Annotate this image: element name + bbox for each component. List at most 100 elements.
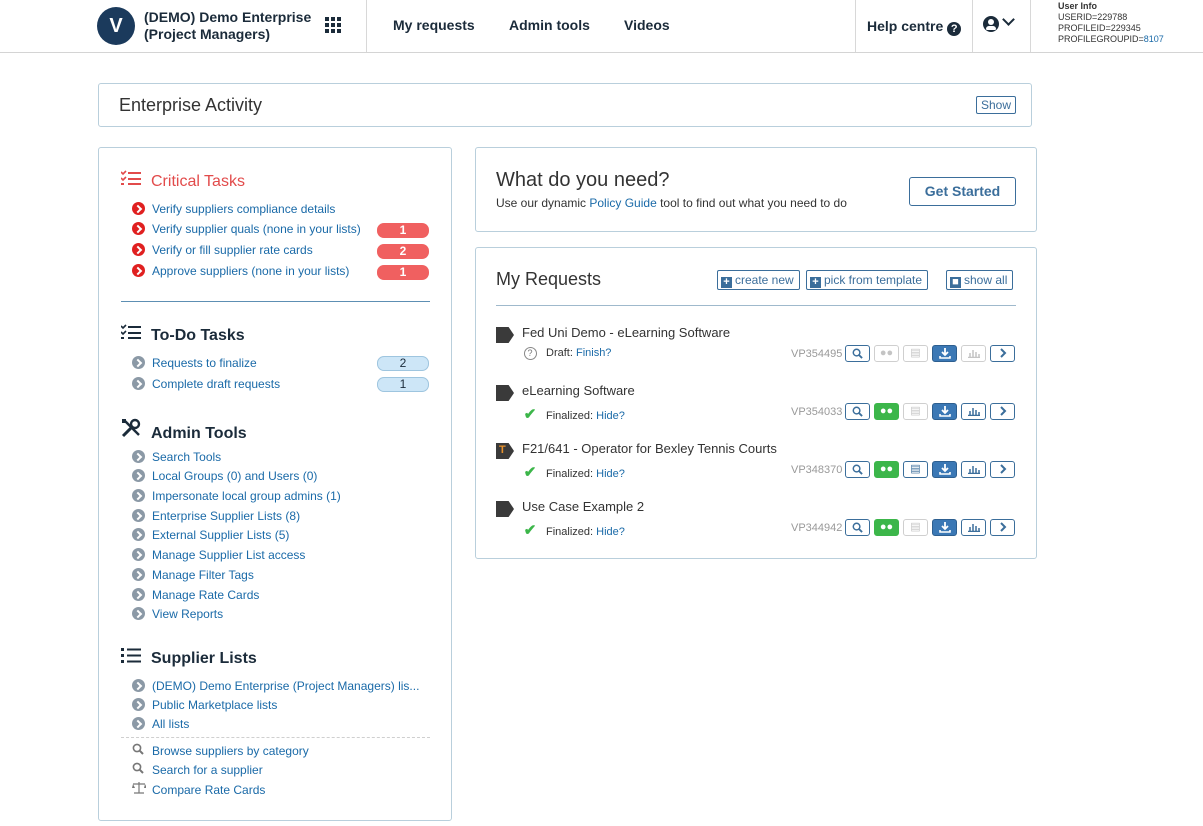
critical-task-item[interactable]: Approve suppliers (none in your lists) [132, 264, 349, 278]
profile-group-link[interactable]: 8107 [1144, 34, 1164, 44]
chevron-right-icon[interactable] [990, 461, 1015, 478]
request-name[interactable]: Fed Uni Demo - eLearning Software [522, 325, 730, 340]
critical-task-item[interactable]: Verify suppliers compliance details [132, 202, 335, 216]
get-started-button[interactable]: Get Started [909, 177, 1016, 206]
critical-tasks-label: Critical Tasks [151, 173, 245, 190]
cards-icon[interactable]: ▤ [903, 461, 928, 478]
supplier-list-item[interactable]: Public Marketplace lists [132, 698, 277, 712]
link-label: Compare Rate Cards [152, 783, 266, 797]
request-row[interactable]: Use Case Example 2 ✔ Finalized: Hide? VP3… [496, 499, 1016, 549]
chevron-right-icon [132, 377, 145, 390]
chevron-right-icon [132, 698, 145, 711]
users-icon[interactable]: ●● [874, 519, 899, 536]
task-label: Requests to finalize [152, 356, 257, 370]
browse-suppliers-link[interactable]: Browse suppliers by category [132, 743, 309, 758]
admin-tool-item[interactable]: Local Groups (0) and Users (0) [132, 469, 317, 483]
search-icon [132, 762, 145, 777]
supplier-list-item[interactable]: (DEMO) Demo Enterprise (Project Managers… [132, 679, 419, 693]
bar-chart-icon [961, 345, 986, 362]
search-icon[interactable] [845, 403, 870, 420]
critical-task-item[interactable]: Verify supplier quals (none in your list… [132, 222, 361, 236]
task-label: Verify supplier quals (none in your list… [152, 222, 361, 236]
policy-guide-link[interactable]: Policy Guide [589, 196, 656, 210]
users-icon[interactable]: ●● [874, 403, 899, 420]
compare-rate-cards-link[interactable]: Compare Rate Cards [132, 781, 265, 797]
search-icon[interactable] [845, 519, 870, 536]
critical-task-item[interactable]: Verify or fill supplier rate cards [132, 243, 313, 257]
nav-videos[interactable]: Videos [624, 17, 670, 33]
users-icon: ●● [874, 345, 899, 362]
request-name[interactable]: eLearning Software [522, 383, 635, 398]
search-icon[interactable] [845, 461, 870, 478]
header-divider [1030, 0, 1031, 52]
bar-chart-icon[interactable] [961, 403, 986, 420]
need-title: What do you need? [496, 169, 670, 191]
admin-tool-label: View Reports [152, 607, 224, 621]
archive-icon: ■ [950, 277, 961, 288]
task-label: Approve suppliers (none in your lists) [152, 264, 350, 278]
org-name-line1: (DEMO) Demo Enterprise [144, 9, 312, 25]
admin-tools-heading: Admin Tools [121, 418, 247, 443]
download-icon[interactable] [932, 519, 957, 536]
chevron-right-icon[interactable] [990, 345, 1015, 362]
hide-link[interactable]: Hide? [596, 526, 625, 538]
create-new-button[interactable]: + create new [717, 270, 800, 290]
company-logo[interactable]: V [97, 7, 135, 45]
checkmark-icon: ✔ [523, 406, 537, 423]
user-icon[interactable] [983, 16, 999, 32]
request-row[interactable]: eLearning Software ✔ Finalized: Hide? VP3… [496, 383, 1016, 433]
request-row[interactable]: Fed Uni Demo - eLearning Software ? Draft… [496, 325, 1016, 375]
org-name[interactable]: (DEMO) Demo Enterprise (Project Managers… [144, 9, 311, 43]
admin-tool-item[interactable]: View Reports [132, 607, 223, 621]
admin-tool-item[interactable]: Manage Supplier List access [132, 548, 305, 562]
chevron-right-icon [132, 568, 145, 581]
pick-template-button[interactable]: + pick from template [806, 270, 929, 290]
chevron-right-icon [132, 222, 145, 235]
download-icon[interactable] [932, 461, 957, 478]
tag-icon [496, 443, 514, 459]
todo-task-item[interactable]: Complete draft requests [132, 377, 280, 391]
admin-tool-item[interactable]: Search Tools [132, 450, 221, 464]
chevron-right-icon [132, 607, 145, 620]
nav-admin-tools[interactable]: Admin tools [509, 17, 590, 33]
plus-icon: + [810, 277, 821, 288]
users-icon[interactable]: ●● [874, 461, 899, 478]
chevron-right-icon[interactable] [990, 519, 1015, 536]
admin-tool-item[interactable]: Enterprise Supplier Lists (8) [132, 509, 300, 523]
chevron-down-icon[interactable] [1002, 13, 1015, 26]
search-icon[interactable] [845, 345, 870, 362]
chevron-right-icon[interactable] [990, 403, 1015, 420]
admin-tool-item[interactable]: External Supplier Lists (5) [132, 528, 289, 542]
request-name[interactable]: F21/641 - Operator for Bexley Tennis Cou… [522, 441, 777, 456]
admin-tool-label: Manage Supplier List access [152, 548, 306, 562]
admin-tool-item[interactable]: Manage Rate Cards [132, 588, 259, 602]
hide-link[interactable]: Hide? [596, 410, 625, 422]
nav-my-requests[interactable]: My requests [393, 17, 475, 33]
show-all-button[interactable]: ■ show all [946, 270, 1014, 290]
chevron-right-icon [132, 243, 145, 256]
supplier-list-label: Public Marketplace lists [152, 698, 278, 712]
supplier-list-label: (DEMO) Demo Enterprise (Project Managers… [152, 679, 420, 693]
app-grid-icon[interactable] [325, 17, 341, 33]
download-icon[interactable] [932, 345, 957, 362]
admin-tool-item[interactable]: Impersonate local group admins (1) [132, 489, 341, 503]
supplier-list-item[interactable]: All lists [132, 717, 189, 731]
checklist-icon [120, 324, 145, 345]
admin-tool-item[interactable]: Manage Filter Tags [132, 568, 254, 582]
tools-icon [121, 418, 145, 443]
request-row[interactable]: F21/641 - Operator for Bexley Tennis Cou… [496, 441, 1016, 491]
download-icon[interactable] [932, 403, 957, 420]
bar-chart-icon[interactable] [961, 519, 986, 536]
show-button[interactable]: Show [976, 96, 1017, 114]
question-icon: ? [523, 347, 537, 360]
finish-link[interactable]: Finish? [576, 347, 611, 359]
hide-link[interactable]: Hide? [596, 468, 625, 480]
search-supplier-link[interactable]: Search for a supplier [132, 762, 263, 777]
tasks-panel: Critical Tasks Verify suppliers complian… [98, 147, 452, 821]
bar-chart-icon[interactable] [961, 461, 986, 478]
request-name[interactable]: Use Case Example 2 [522, 499, 644, 514]
admin-tool-label: Impersonate local group admins (1) [152, 489, 341, 503]
request-id: VP344942 [791, 522, 843, 534]
help-centre-link[interactable]: Help centre? [867, 18, 962, 36]
todo-task-item[interactable]: Requests to finalize [132, 356, 257, 370]
